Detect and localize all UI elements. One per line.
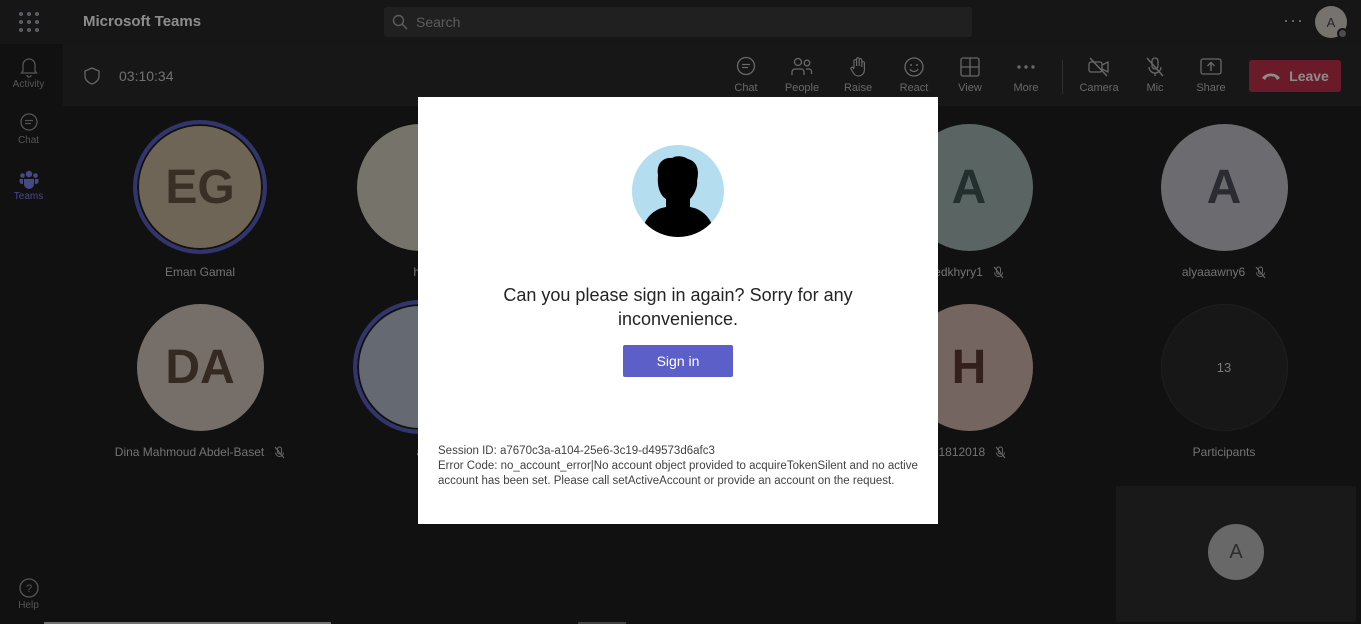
sign-in-button[interactable]: Sign in — [623, 345, 733, 377]
error-details: Session ID: a7670c3a-a104-25e6-3c19-d495… — [438, 444, 918, 489]
dialog-heading: Can you please sign in again? Sorry for … — [503, 285, 853, 329]
default-person-icon — [632, 145, 724, 237]
session-id: Session ID: a7670c3a-a104-25e6-3c19-d495… — [438, 445, 715, 457]
teams-window: Microsoft Teams Search ··· A Activity Ch… — [0, 0, 1361, 624]
error-code: Error Code: no_account_error|No account … — [438, 460, 918, 487]
sign-in-dialog: Can you please sign in again? Sorry for … — [418, 97, 938, 524]
